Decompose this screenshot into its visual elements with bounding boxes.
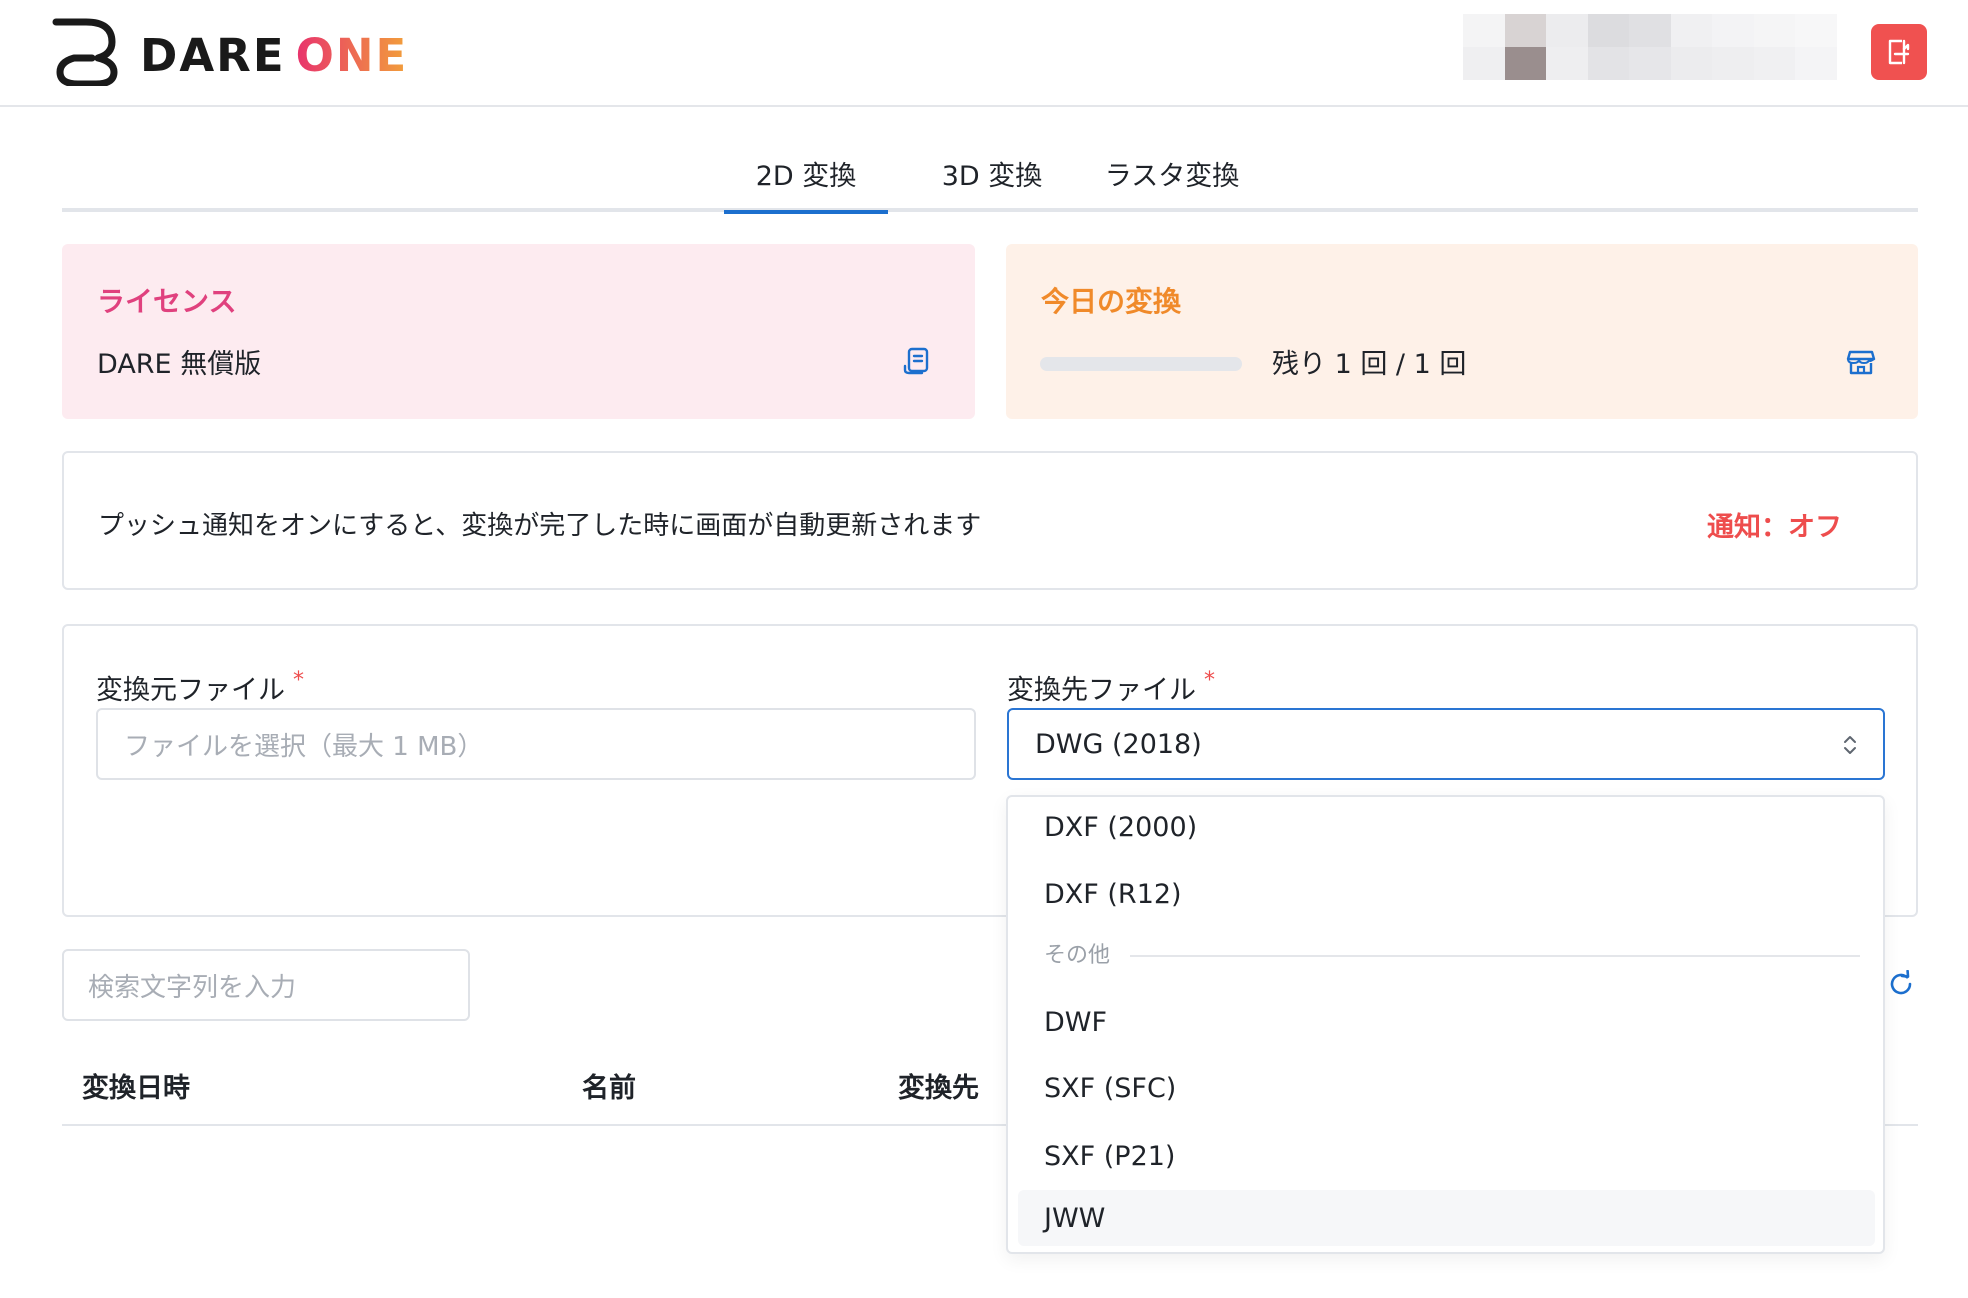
user-account-blurred[interactable] — [1463, 14, 1837, 80]
conversion-tabs: 2D 変換 3D 変換 ラスタ変換 — [62, 140, 1918, 214]
logout-icon — [1888, 39, 1910, 65]
tab-3d-conversion[interactable]: 3D 変換 — [920, 154, 1064, 208]
option-jww[interactable]: JWW — [1018, 1190, 1875, 1246]
option-sxf-p21[interactable]: SXF (P21) — [1018, 1128, 1875, 1184]
push-notification-panel: プッシュ通知をオンにすると、変換が完了した時に画面が自動更新されます 通知：オフ — [62, 451, 1918, 590]
source-file-input[interactable]: ファイルを選択（最大 1 MB） — [96, 708, 976, 780]
required-mark: * — [293, 668, 304, 693]
option-dwf[interactable]: DWF — [1018, 994, 1875, 1050]
license-value: DARE 無償版 — [97, 349, 262, 380]
notification-toggle[interactable]: 通知：オフ — [1707, 505, 1842, 544]
source-file-label: 変換元ファイル * — [96, 668, 304, 707]
refresh-icon[interactable] — [1887, 970, 1915, 998]
option-dxf-2000[interactable]: DXF (2000) — [1018, 799, 1875, 855]
tab-2d-conversion[interactable]: 2D 変換 — [724, 154, 888, 214]
remaining-count: 残り 1 回 / 1 回 — [1272, 349, 1467, 380]
column-header-target[interactable]: 変換先 — [898, 1066, 979, 1105]
required-mark: * — [1204, 668, 1215, 693]
store-icon[interactable] — [1846, 346, 1876, 376]
source-file-label-text: 変換元ファイル — [96, 675, 285, 706]
today-title: 今日の変換 — [1041, 285, 1182, 318]
license-title: ライセンス — [97, 285, 237, 318]
target-file-label-text: 変換先ファイル — [1007, 675, 1196, 706]
group-label-other: その他 — [1044, 943, 1111, 968]
column-header-name[interactable]: 名前 — [582, 1066, 636, 1105]
dare-logo-icon — [52, 18, 118, 86]
source-file-placeholder: ファイルを選択（最大 1 MB） — [124, 731, 484, 762]
target-file-label: 変換先ファイル * — [1007, 668, 1215, 707]
brand-wordmark: DARE ONE — [140, 30, 408, 82]
top-header: DARE ONE — [0, 0, 1968, 107]
conversion-progress-bar — [1040, 357, 1242, 371]
notification-message: プッシュ通知をオンにすると、変換が完了した時に画面が自動更新されます — [98, 511, 982, 541]
target-format-value: DWG (2018) — [1035, 728, 1202, 760]
brand-name-one: ONE — [295, 29, 409, 82]
option-sxf-sfc[interactable]: SXF (SFC) — [1018, 1060, 1875, 1116]
license-card: ライセンス DARE 無償版 — [62, 244, 975, 419]
today-conversion-card: 今日の変換 残り 1 回 / 1 回 — [1006, 244, 1918, 419]
option-dxf-r12[interactable]: DXF (R12) — [1018, 866, 1875, 922]
document-list-icon[interactable] — [902, 346, 932, 376]
tab-raster-conversion[interactable]: ラスタ変換 — [1082, 154, 1262, 208]
target-format-select[interactable]: DWG (2018) — [1007, 708, 1885, 780]
logout-button[interactable] — [1871, 24, 1927, 80]
target-format-dropdown: DXF (2000) DXF (R12) その他 DWF SXF (SFC) S… — [1006, 795, 1885, 1254]
chevron-updown-icon — [1844, 736, 1856, 754]
search-input[interactable]: 検索文字列を入力 — [62, 949, 470, 1021]
group-divider — [1130, 955, 1860, 957]
brand-name-dare: DARE — [140, 29, 286, 82]
search-placeholder: 検索文字列を入力 — [88, 972, 297, 1003]
column-header-date[interactable]: 変換日時 — [82, 1066, 190, 1105]
